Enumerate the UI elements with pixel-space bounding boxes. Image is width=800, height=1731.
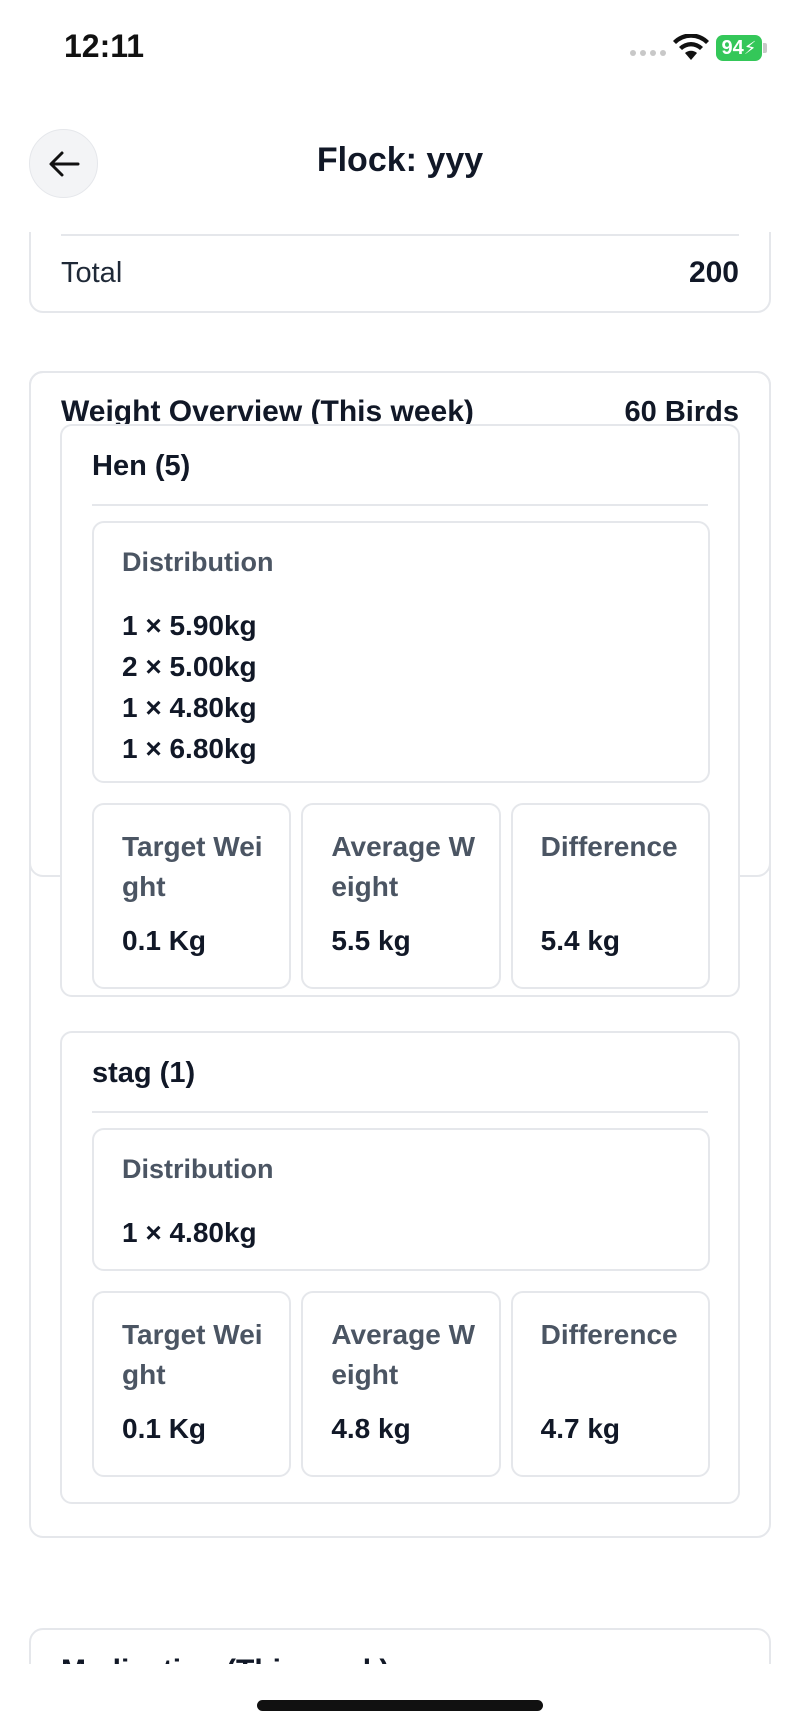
weight-group-stag: stag (1) Distribution 1 × 4.80kg Target …: [60, 1031, 740, 1504]
distribution-label: Distribution: [122, 1154, 274, 1184]
distribution-item: 1 × 5.90kg: [122, 610, 257, 641]
distribution-box: Distribution 1 × 5.90kg 2 × 5.00kg 1 × 4…: [92, 521, 710, 783]
battery-level: 94: [721, 36, 744, 59]
stat-label: Average Weight: [331, 831, 476, 902]
divider: [92, 1111, 708, 1113]
target-weight-stat: Target Weight 0.1 Kg: [92, 1291, 292, 1477]
battery-icon: 94 ⚡: [716, 35, 762, 61]
distribution-item: 2 × 5.00kg: [122, 651, 257, 682]
scroll-content[interactable]: Total 200 Weight Overview (This week) 60…: [0, 232, 800, 1664]
medication-title: Medication (This week): [61, 1654, 389, 1664]
group-title: stag (1): [92, 1057, 196, 1089]
difference-stat: Difference 5.4 kg: [510, 803, 710, 989]
stat-value: 5.4 kg: [540, 925, 621, 956]
stat-label: Difference: [540, 1319, 678, 1350]
header: Flock: yyy: [0, 125, 800, 201]
target-weight-stat: Target Weight 0.1 Kg: [92, 803, 292, 989]
total-label: Total: [61, 257, 123, 289]
stats-row: Target Weight 0.1 Kg Average Weight 5.5 …: [92, 803, 710, 989]
stat-value: 4.8 kg: [331, 1413, 411, 1444]
stat-value: 4.7 kg: [540, 1413, 621, 1444]
group-title: Hen (5): [92, 450, 191, 482]
stat-value: 0.1 Kg: [122, 925, 207, 956]
distribution-item: 1 × 4.80kg: [122, 692, 257, 723]
wifi-icon: [673, 34, 709, 60]
medication-card: Medication (This week): [29, 1628, 771, 1664]
stat-label: Target Weight: [122, 1319, 263, 1390]
distribution-label: Distribution: [122, 547, 274, 577]
battery-tip: [763, 43, 767, 53]
home-indicator[interactable]: [257, 1700, 543, 1711]
distribution-item: 1 × 4.80kg: [122, 1217, 257, 1248]
summary-card: Total 200: [29, 232, 771, 313]
average-weight-stat: Average Weight 5.5 kg: [301, 803, 501, 989]
average-weight-stat: Average Weight 4.8 kg: [301, 1291, 501, 1477]
divider: [92, 504, 708, 506]
weight-group-hen: Hen (5) Distribution 1 × 5.90kg 2 × 5.00…: [60, 424, 740, 997]
divider: [61, 234, 739, 236]
stat-label: Target Weight: [122, 831, 263, 902]
distribution-list: 1 × 5.90kg 2 × 5.00kg 1 × 4.80kg 1 × 6.8…: [122, 605, 257, 769]
status-time: 12:11: [64, 28, 145, 64]
status-bar: 12:11 94 ⚡: [0, 0, 800, 100]
stat-value: 0.1 Kg: [122, 1413, 207, 1444]
page-title: Flock: yyy: [316, 141, 484, 179]
distribution-item: 1 × 6.80kg: [122, 733, 257, 764]
distribution-list: 1 × 4.80kg: [122, 1212, 257, 1253]
stat-value: 5.5 kg: [331, 925, 411, 956]
stat-label: Difference: [540, 831, 678, 862]
stats-row: Target Weight 0.1 Kg Average Weight 4.8 …: [92, 1291, 710, 1477]
total-value: 200: [688, 256, 739, 289]
distribution-box: Distribution 1 × 4.80kg: [92, 1128, 710, 1271]
cellular-signal-icon: [630, 50, 666, 56]
stat-label: Average Weight: [331, 1319, 476, 1390]
difference-stat: Difference 4.7 kg: [510, 1291, 710, 1477]
